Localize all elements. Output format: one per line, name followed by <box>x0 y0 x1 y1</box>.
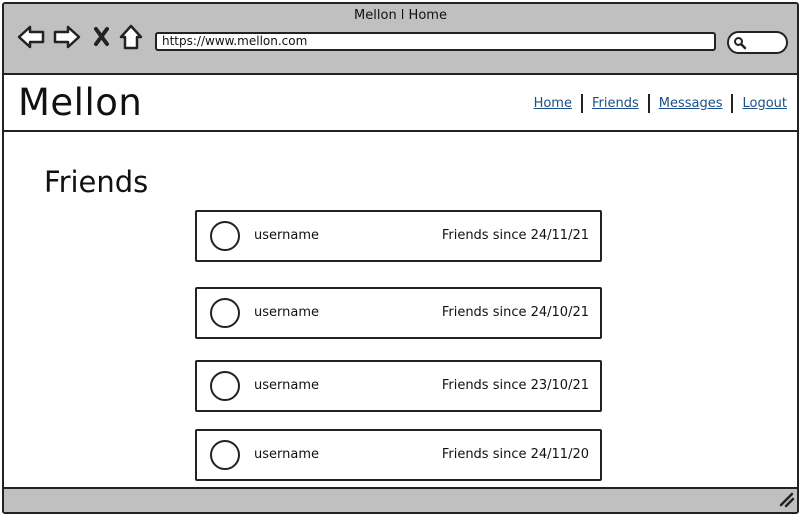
avatar <box>210 440 240 470</box>
nav-divider <box>580 94 583 113</box>
nav-link-messages[interactable]: Messages <box>659 96 723 111</box>
avatar <box>210 298 240 328</box>
back-arrow-icon[interactable] <box>16 22 46 52</box>
browser-toolbar: Mellon l Home https://www.mellon.com <box>4 4 797 75</box>
url-input[interactable]: https://www.mellon.com <box>155 32 716 51</box>
search-icon <box>734 37 747 50</box>
forward-arrow-icon[interactable] <box>52 22 82 52</box>
friends-since-date: Friends since 23/10/21 <box>441 378 589 393</box>
friend-list-item[interactable]: username Friends since 24/11/21 <box>195 210 602 262</box>
friends-since-date: Friends since 24/11/21 <box>441 228 589 243</box>
resize-grip-icon[interactable] <box>777 490 795 512</box>
nav-divider <box>731 94 734 113</box>
friend-list-item[interactable]: username Friends since 24/11/20 <box>195 429 602 481</box>
status-bar <box>4 487 797 512</box>
avatar <box>210 221 240 251</box>
friends-since-date: Friends since 24/10/21 <box>441 305 589 320</box>
friend-username[interactable]: username <box>254 431 319 479</box>
nav-link-home[interactable]: Home <box>534 96 572 111</box>
avatar <box>210 371 240 401</box>
window-title: Mellon l Home <box>354 8 447 23</box>
nav-link-logout[interactable]: Logout <box>742 96 787 111</box>
friend-username[interactable]: username <box>254 362 319 410</box>
site-header: Mellon Home Friends Messages Logout <box>4 75 797 132</box>
main-nav: Home Friends Messages Logout <box>534 94 787 113</box>
friend-username[interactable]: username <box>254 289 319 337</box>
friends-since-date: Friends since 24/11/20 <box>441 447 589 462</box>
page-title: Friends <box>44 165 149 199</box>
site-logo[interactable]: Mellon <box>18 81 142 124</box>
nav-link-friends[interactable]: Friends <box>592 96 639 111</box>
browser-search-field[interactable] <box>727 31 788 54</box>
home-icon[interactable] <box>116 22 146 52</box>
friend-list-item[interactable]: username Friends since 23/10/21 <box>195 360 602 412</box>
friend-list-item[interactable]: username Friends since 24/10/21 <box>195 287 602 339</box>
browser-window: Mellon l Home https://www.mellon.com Mel… <box>2 2 799 514</box>
nav-divider <box>647 94 650 113</box>
friend-username[interactable]: username <box>254 212 319 260</box>
